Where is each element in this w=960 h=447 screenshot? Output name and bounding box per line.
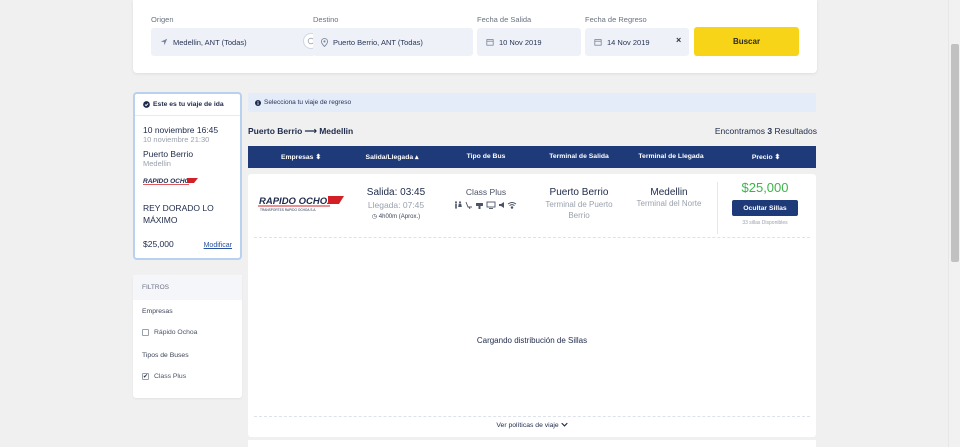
search-form: Origen Medellin, ANT (Todas) Destino Pue… [133,0,817,73]
trip-result-row: RAPIDO OCHOA TRANSPORTES RAPIDO OCHOA S.… [248,174,816,437]
departure-terminal-name: Terminal de Puerto Berrio [545,200,613,220]
filter-company-rapido-ochoa[interactable]: Rápido Ochoa [133,329,242,336]
price-divider [717,182,718,234]
results-prefix: Encontramos [714,126,765,136]
filter-bustype-class-plus[interactable]: ✔ Class Plus [133,373,242,380]
seat-map-loading: Cargando distribución de Sillas [476,336,588,345]
usb-icon [476,203,483,209]
rapido-ochoa-logo: RAPIDO OCHOA TRANSPORTES RAPIDO OCHOA S.… [258,196,344,212]
results-count: Encontramos 3 Resultados [715,126,817,136]
rapido-ochoa-logo: RAPIDO OCHOA [143,178,198,185]
hide-seats-button[interactable]: Ocultar Sillas [732,200,798,216]
checkbox[interactable] [142,329,149,336]
col-arrival-terminal: Terminal de Llegada [638,153,704,160]
info-icon [255,99,261,106]
amenities-icons [455,201,517,209]
check-circle-icon [143,101,150,108]
filters-title: FILTROS [133,275,242,300]
results-number: 3 [767,126,773,136]
trip-arrival: Llegada: 07:45 [367,200,425,210]
bus-types-filter-label: Tipos de Buses [142,352,189,359]
arrival-terminal-city: Medellin [650,187,688,198]
outbound-trip-header: Este es tu viaje de ida [135,101,240,116]
trip-price: $25,000 [741,180,789,195]
trip-departure: Salida: 03:45 [366,187,426,198]
trip-duration: ◷ 4h00m (Aprox.) [358,213,434,220]
col-departure-arrival[interactable]: Salida/Llegada ▴ [352,153,432,161]
col-price[interactable]: Precio ⬍ [724,153,808,161]
next-result-row [248,440,816,447]
calendar-icon [594,39,602,46]
calendar-icon [486,39,494,46]
wifi-icon [507,202,517,209]
outbound-trip-card: Este es tu viaje de ida 10 noviembre 16:… [133,92,242,260]
origin-label: Origen [151,15,174,24]
departure-date-field[interactable]: 10 Nov 2019 [477,28,581,56]
divider [254,416,810,417]
map-pin-icon [321,37,328,47]
filters-panel: FILTROS Empresas Rápido Ochoa Tipos de B… [133,275,242,398]
departure-label: Fecha de Salida [477,15,532,24]
return-label: Fecha de Regreso [585,15,647,24]
outbound-destination: Medellin [143,159,171,168]
col-bus-type: Tipo de Bus [466,153,506,160]
destination-field[interactable]: Puerto Berrio, ANT (Todas) [313,28,473,56]
route-title: Puerto Berrio ⟶ Medellin [248,126,354,136]
checkbox-checked[interactable]: ✔ [142,373,149,380]
scrollbar-thumb[interactable] [951,44,959,262]
filter-option-label: Rápido Ochoa [154,329,198,336]
destination-value: Puerto Berrio, ANT (Todas) [333,37,423,47]
results-suffix: Resultados [774,126,817,136]
divider [254,237,810,238]
sound-icon [499,202,504,208]
chevron-down-icon [560,422,568,427]
outbound-origin: Puerto Berrio [143,149,194,159]
outbound-arrival: 10 noviembre 21:30 [143,135,210,144]
departure-terminal-city: Puerto Berrio [549,187,609,198]
return-date-value: 14 Nov 2019 [607,37,650,47]
col-companies[interactable]: Empresas ⬍ [262,153,340,161]
outbound-header-text: Este es tu viaje de ida [153,101,224,108]
travel-policies-link[interactable]: Ver políticas de viaje [248,422,816,429]
outbound-departure: 10 noviembre 16:45 [143,125,219,135]
destination-label: Destino [313,15,339,24]
search-button[interactable]: Buscar [694,27,799,56]
logo-text: RAPIDO OCHOA [143,178,195,185]
tv-icon [486,201,496,209]
trip-duration-text: 4h00m (Aprox.) [378,214,421,220]
clock-icon: ◷ [371,214,378,220]
clear-return-date-button[interactable]: × [676,35,681,45]
origin-value: Medellin, ANT (Todas) [173,37,247,47]
arrival-terminal-name: Terminal del Norte [636,199,702,208]
notice-text: Selecciona tu viaje de regreso [264,99,352,106]
restroom-icon [455,201,462,209]
origin-field[interactable]: Medellin, ANT (Todas) [151,28,315,56]
col-departure-terminal: Terminal de Salida [549,153,609,160]
departure-date-value: 10 Nov 2019 [499,37,542,47]
logo-subtext: TRANSPORTES RAPIDO OCHOA S.A. [260,208,316,212]
location-arrow-icon [160,38,168,46]
outbound-bus-name: REY DORADO LO MÁXIMO [143,203,214,225]
filter-option-label: Class Plus [154,373,187,380]
policies-label: Ver políticas de viaje [496,422,559,429]
logo-text: RAPIDO OCHOA [259,196,334,207]
seats-available: 33 sillas Disponibles [742,220,788,226]
return-trip-notice: Selecciona tu viaje de regreso [248,93,816,112]
outbound-price: $25,000 [143,239,174,249]
page-scrollbar[interactable] [948,0,960,447]
return-date-field[interactable]: 14 Nov 2019 [585,28,689,56]
modify-outbound-link[interactable]: Modificar [204,242,232,249]
companies-filter-label: Empresas [142,308,173,315]
trip-bus-type: Class Plus [465,187,507,197]
results-table-header: Empresas ⬍ Salida/Llegada ▴ Tipo de Bus … [248,146,816,168]
reclining-seat-icon [465,201,472,209]
